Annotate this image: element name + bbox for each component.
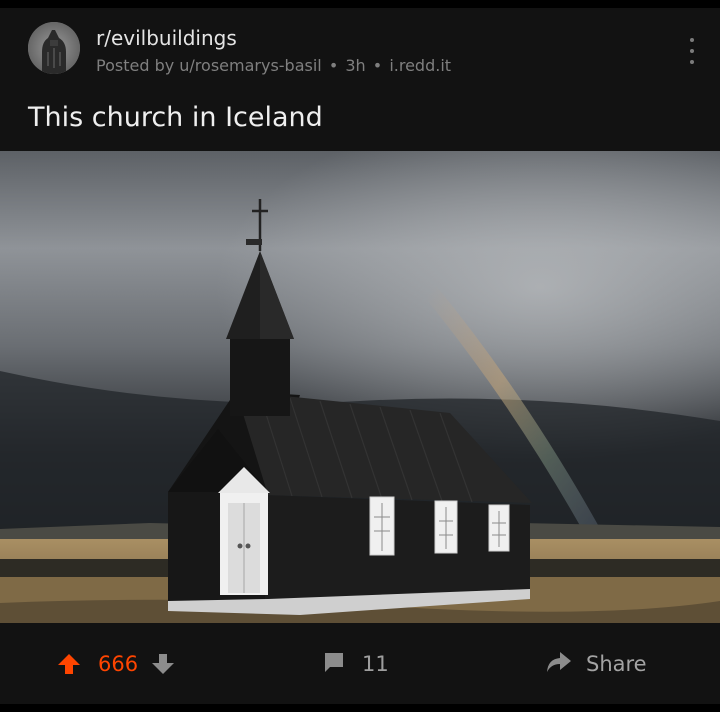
vote-group: 666 bbox=[56, 650, 176, 678]
post-meta: Posted by u/rosemarys-basil • 3h • i.red… bbox=[96, 55, 451, 77]
arrow-down-icon[interactable] bbox=[150, 651, 176, 677]
subreddit-name[interactable]: r/evilbuildings bbox=[96, 25, 237, 51]
post-title[interactable]: This church in Iceland bbox=[28, 100, 323, 136]
more-dot bbox=[690, 60, 694, 64]
author-link[interactable]: Posted by u/rosemarys-basil bbox=[96, 56, 322, 75]
post-image[interactable] bbox=[0, 151, 720, 623]
post-domain[interactable]: i.redd.it bbox=[389, 56, 451, 75]
comments-count: 11 bbox=[362, 652, 389, 676]
post-actions: 666 11 Share bbox=[0, 623, 720, 704]
more-vertical-icon[interactable] bbox=[680, 38, 704, 64]
meta-separator: • bbox=[372, 56, 383, 75]
post-card: r/evilbuildings Posted by u/rosemarys-ba… bbox=[0, 8, 720, 704]
vote-score: 666 bbox=[98, 652, 139, 676]
arrow-up-icon[interactable] bbox=[56, 651, 82, 677]
comments-button[interactable]: 11 bbox=[322, 650, 389, 678]
more-dot bbox=[690, 49, 694, 53]
subreddit-avatar[interactable] bbox=[28, 22, 80, 74]
share-button[interactable]: Share bbox=[546, 650, 647, 678]
more-dot bbox=[690, 38, 694, 42]
share-label: Share bbox=[586, 652, 647, 676]
meta-separator: • bbox=[328, 56, 339, 75]
share-arrow-icon bbox=[546, 650, 572, 678]
post-header: r/evilbuildings Posted by u/rosemarys-ba… bbox=[0, 8, 720, 90]
post-age: 3h bbox=[345, 56, 366, 75]
comment-bubble-icon bbox=[322, 650, 346, 678]
